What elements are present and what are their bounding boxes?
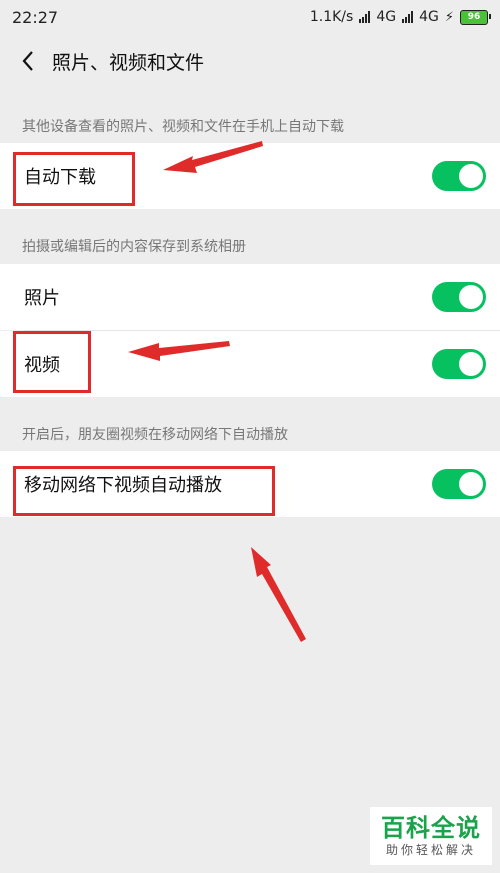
network-type-2: 4G (419, 9, 439, 25)
watermark-title: 百科全说 (381, 814, 481, 842)
save-photos-toggle[interactable] (432, 282, 486, 312)
back-icon[interactable] (6, 34, 50, 88)
toggle-knob (459, 472, 483, 496)
network-speed: 1.1K/s (309, 9, 354, 25)
toggle-knob (459, 164, 483, 188)
signal-icon-2 (402, 11, 414, 23)
section-header-save-album: 拍摄或编辑后的内容保存到系统相册 (22, 239, 246, 255)
battery-icon: 96 (460, 9, 491, 25)
setting-label: 照片 (24, 288, 60, 309)
annotation-box-videos (13, 331, 91, 393)
annotation-box-auto-download (13, 152, 135, 206)
arrow-autoplay (251, 547, 306, 642)
watermark-subtitle: 助你轻松解决 (385, 843, 476, 857)
watermark-logo: 百科全说 助你轻松解决 (370, 807, 492, 865)
annotation-box-autoplay (13, 466, 275, 516)
auto-download-toggle[interactable] (432, 161, 486, 191)
signal-icon (359, 11, 371, 23)
nav-bar: 照片、视频和文件 (0, 34, 500, 88)
toggle-knob (459, 352, 483, 376)
setting-row-photos[interactable]: 照片 (0, 264, 500, 330)
section-header-autoplay: 开启后，朋友圈视频在移动网络下自动播放 (22, 427, 288, 443)
autoplay-toggle[interactable] (432, 469, 486, 499)
save-videos-toggle[interactable] (432, 349, 486, 379)
page-title: 照片、视频和文件 (52, 51, 205, 74)
status-time: 22:27 (12, 7, 59, 27)
battery-level: 96 (467, 12, 481, 22)
toggle-knob (459, 285, 483, 309)
network-type-1: 4G (376, 9, 397, 25)
status-bar: 22:27 1.1K/s 4G 4G ⚡ 96 (0, 0, 500, 34)
section-header-auto-download: 其他设备查看的照片、视频和文件在手机上自动下载 (22, 119, 344, 135)
charging-icon: ⚡ (444, 9, 454, 25)
status-indicators: 1.1K/s 4G 4G ⚡ 96 (309, 9, 491, 25)
